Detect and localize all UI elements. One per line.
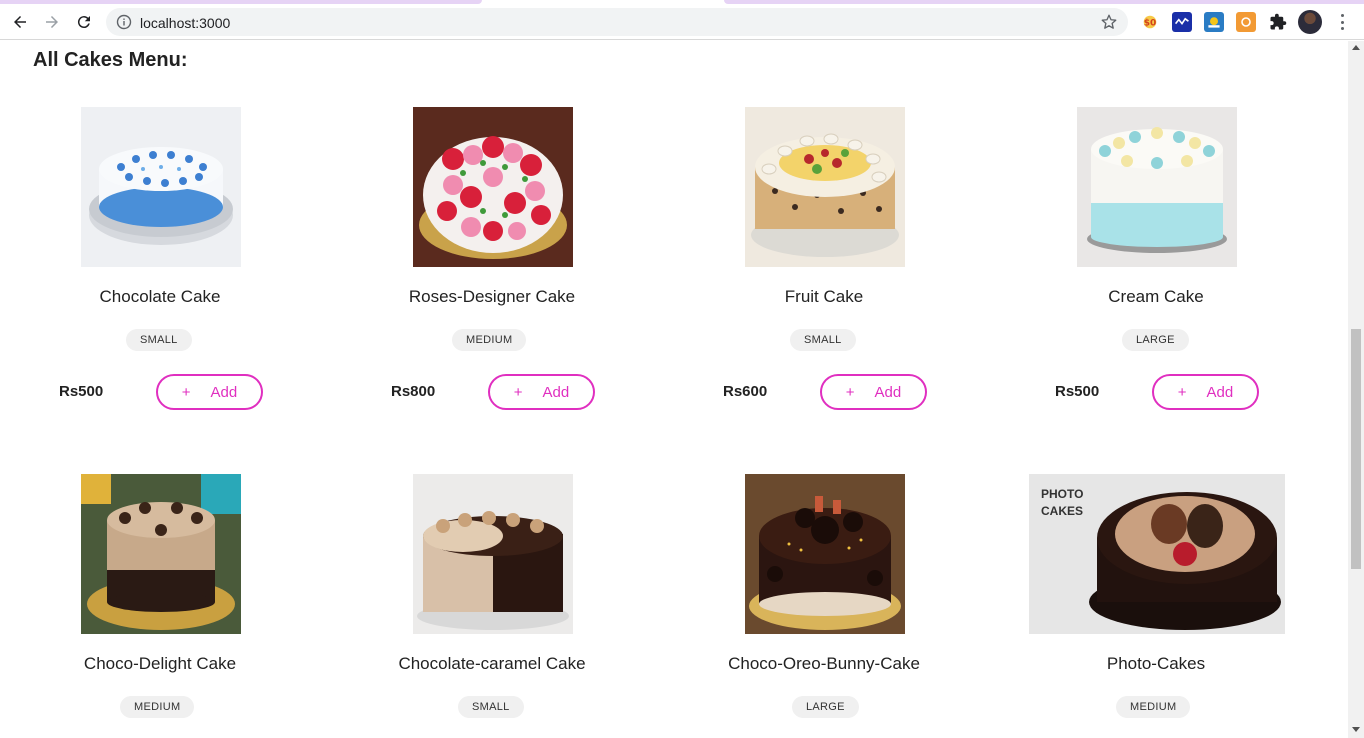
cake-image	[1077, 107, 1237, 267]
size-badge: MEDIUM	[120, 696, 195, 718]
address-bar[interactable]: localhost:3000	[106, 8, 1128, 36]
extension-2-icon[interactable]	[1172, 12, 1192, 32]
product-price: Rs500	[1055, 383, 1100, 400]
plus-icon: +	[845, 383, 855, 401]
product-name: Photo-Cakes	[1106, 654, 1206, 673]
reload-button[interactable]	[71, 9, 97, 35]
extension-4-icon[interactable]	[1236, 12, 1256, 32]
forward-arrow-icon	[46, 16, 58, 28]
product-name: Fruit Cake	[784, 287, 864, 306]
add-button-label: Add	[542, 383, 570, 401]
size-badge: LARGE	[1122, 329, 1189, 351]
back-button[interactable]	[7, 9, 33, 35]
size-badge: LARGE	[792, 696, 859, 718]
product-price: Rs600	[723, 383, 768, 400]
size-badge: SMALL	[126, 329, 192, 351]
size-badge: MEDIUM	[452, 329, 527, 351]
plus-icon: +	[1177, 383, 1187, 401]
scroll-down-icon[interactable]	[1352, 727, 1360, 732]
add-to-cart-button[interactable]: + Add	[156, 374, 263, 410]
add-to-cart-button[interactable]: + Add	[820, 374, 927, 410]
scroll-up-icon[interactable]	[1352, 45, 1360, 50]
forward-button[interactable]	[39, 9, 65, 35]
add-button-label: Add	[1206, 383, 1234, 401]
plus-icon: +	[513, 383, 523, 401]
cake-image	[413, 474, 573, 634]
plus-icon: +	[181, 383, 191, 401]
add-to-cart-button[interactable]: + Add	[488, 374, 595, 410]
browser-menu-icon[interactable]	[1334, 12, 1350, 32]
product-name: Cream Cake	[1108, 287, 1204, 306]
size-badge: SMALL	[790, 329, 856, 351]
scrollbar-thumb[interactable]	[1351, 329, 1361, 569]
product-name: Roses-Designer Cake	[408, 287, 576, 306]
photo-cakes-image-text: PHOTO CAKES	[1041, 487, 1084, 518]
cake-image	[413, 107, 573, 267]
size-badge: SMALL	[458, 696, 524, 718]
reload-icon	[77, 16, 90, 29]
info-icon[interactable]	[116, 14, 132, 30]
extension-1-icon[interactable]: $0	[1140, 12, 1160, 32]
page-viewport: All Cakes Menu: Chocolate Cake SMALL Rs5…	[0, 41, 1348, 738]
profile-avatar[interactable]	[1298, 10, 1322, 34]
extensions-puzzle-icon[interactable]	[1268, 12, 1288, 32]
cake-image	[81, 474, 241, 634]
product-name: Choco-Oreo-Bunny-Cake	[728, 654, 920, 673]
bookmark-star-icon[interactable]	[1100, 13, 1118, 31]
cake-image	[745, 474, 905, 634]
cake-image	[745, 107, 905, 267]
product-name: Chocolate Cake	[99, 287, 221, 306]
product-name: Chocolate-caramel Cake	[398, 654, 586, 673]
browser-toolbar: localhost:3000 $0	[0, 4, 1364, 40]
back-arrow-icon	[14, 16, 26, 28]
url-text: localhost:3000	[140, 15, 231, 31]
add-button-label: Add	[210, 383, 238, 401]
size-badge: MEDIUM	[1116, 696, 1191, 718]
cake-image: PHOTO CAKES	[1029, 474, 1285, 634]
cake-image	[81, 107, 241, 267]
vertical-scrollbar[interactable]	[1348, 41, 1364, 738]
product-price: Rs500	[59, 383, 104, 400]
page-title: All Cakes Menu:	[33, 49, 188, 71]
extension-3-icon[interactable]	[1204, 12, 1224, 32]
product-price: Rs800	[391, 383, 436, 400]
add-to-cart-button[interactable]: + Add	[1152, 374, 1259, 410]
svg-text:$0: $0	[1144, 19, 1157, 29]
add-button-label: Add	[874, 383, 902, 401]
product-name: Choco-Delight Cake	[83, 654, 237, 673]
